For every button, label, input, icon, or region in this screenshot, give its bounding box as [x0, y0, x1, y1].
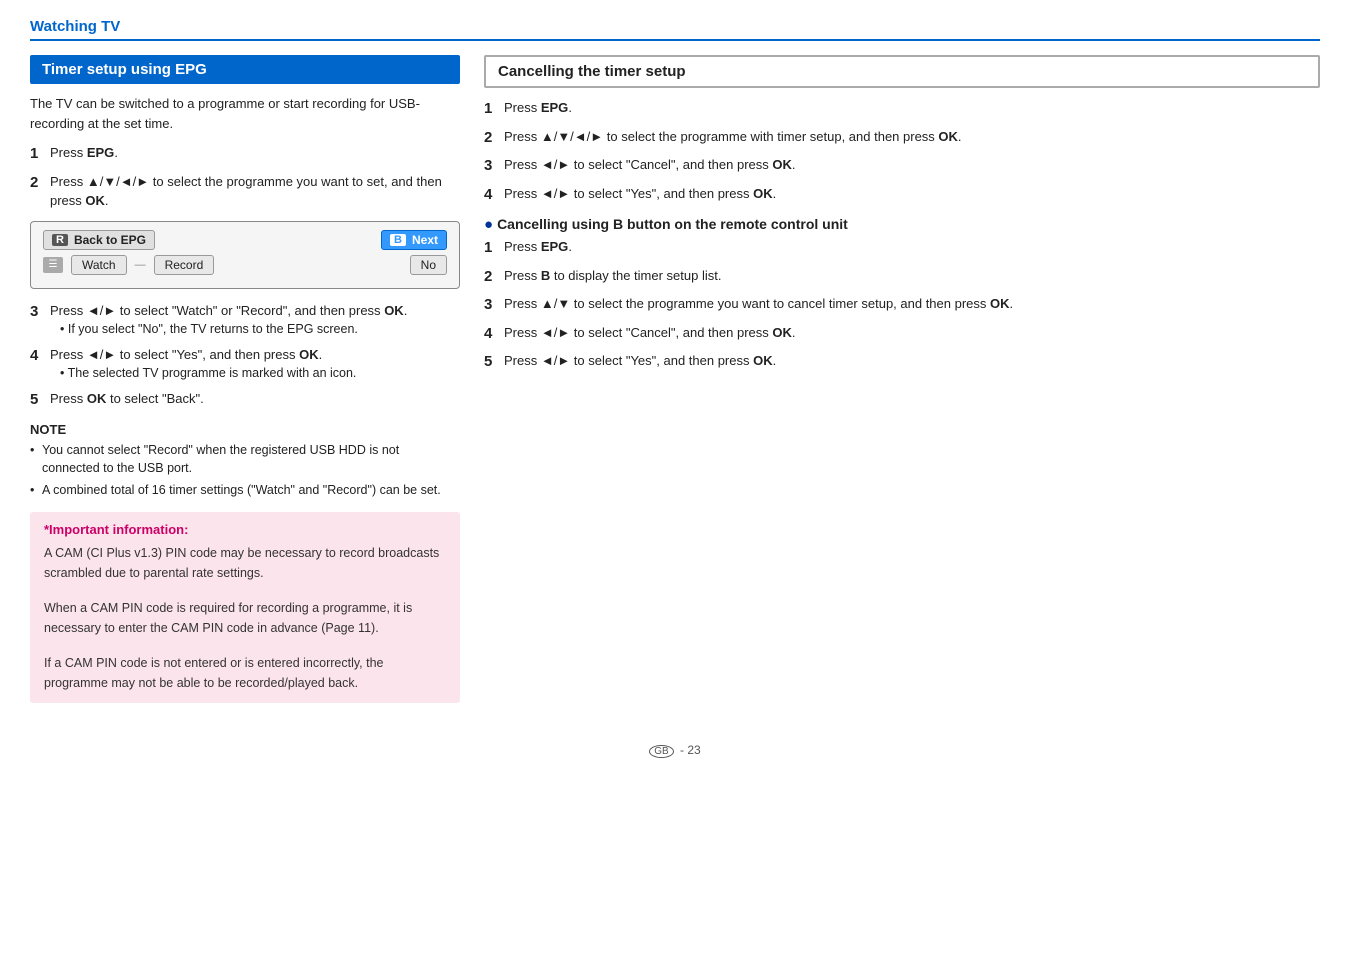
b-letter: B [390, 234, 406, 246]
right-step-4: 4 Press ◄/► to select "Yes", and then pr… [484, 184, 1320, 207]
step-content-5: Press OK to select "Back". [50, 389, 460, 412]
back-to-epg-label: Back to EPG [74, 233, 146, 247]
sub-step-4: 4 Press ◄/► to select "Cancel", and then… [484, 323, 1320, 346]
left-column: Timer setup using EPG The TV can be swit… [30, 55, 460, 703]
right-step-content-3: Press ◄/► to select "Cancel", and then p… [504, 155, 1320, 178]
step-3-sub: If you select "No", the TV returns to th… [60, 320, 460, 339]
step-2: 2 Press ▲/▼/◄/► to select the programme … [30, 172, 460, 211]
right-column: Cancelling the timer setup 1 Press EPG. … [484, 55, 1320, 703]
next-label: Next [412, 233, 438, 247]
step-num-2: 2 [30, 172, 44, 211]
step-content-2: Press ▲/▼/◄/► to select the programme yo… [50, 172, 460, 211]
right-step-num-3: 3 [484, 155, 498, 178]
watch-btn[interactable]: Watch [71, 255, 127, 275]
step-3: 3 Press ◄/► to select "Watch" or "Record… [30, 301, 460, 339]
sub-step-content-3: Press ▲/▼ to select the programme you wa… [504, 294, 1320, 317]
sub-step-content-4: Press ◄/► to select "Cancel", and then p… [504, 323, 1320, 346]
menu-icon: ☰ [43, 257, 63, 273]
right-step-num-2: 2 [484, 127, 498, 150]
page-container: Watching TV Timer setup using EPG The TV… [0, 0, 1350, 788]
step-num-5: 5 [30, 389, 44, 412]
sub-step-num-4: 4 [484, 323, 498, 346]
r-letter: R [52, 234, 68, 246]
right-step-3: 3 Press ◄/► to select "Cancel", and then… [484, 155, 1320, 178]
note-title: NOTE [30, 422, 460, 437]
sub-step-1: 1 Press EPG. [484, 237, 1320, 260]
step-5: 5 Press OK to select "Back". [30, 389, 460, 412]
step-num-4: 4 [30, 345, 44, 383]
important-title: *Important information: [44, 522, 446, 537]
step-content-3: Press ◄/► to select "Watch" or "Record",… [50, 301, 460, 339]
note-section: NOTE You cannot select "Record" when the… [30, 422, 460, 500]
step-4: 4 Press ◄/► to select "Yes", and then pr… [30, 345, 460, 383]
step-num-1: 1 [30, 143, 44, 166]
sub-step-num-1: 1 [484, 237, 498, 260]
circle-bullet-icon: ● [484, 216, 493, 233]
steps-list-right-sub: 1 Press EPG. 2 Press B to display the ti… [484, 237, 1320, 374]
remote-ui-box: R Back to EPG B Next ☰ Watch ― Record No [30, 221, 460, 289]
note-bullet-1: You cannot select "Record" when the regi… [30, 441, 460, 479]
sub-step-num-2: 2 [484, 266, 498, 289]
step-content-4: Press ◄/► to select "Yes", and then pres… [50, 345, 460, 383]
step-content-1: Press EPG. [50, 143, 460, 166]
back-to-epg-btn[interactable]: R Back to EPG [43, 230, 155, 250]
step-1: 1 Press EPG. [30, 143, 460, 166]
sub-section-title: Cancelling using B button on the remote … [497, 216, 848, 232]
remote-row-1: R Back to EPG B Next [43, 230, 447, 250]
page-number: - 23 [680, 743, 701, 757]
sub-step-num-5: 5 [484, 351, 498, 374]
sub-step-num-3: 3 [484, 294, 498, 317]
next-btn[interactable]: B Next [381, 230, 447, 250]
steps-list-right-top: 1 Press EPG. 2 Press ▲/▼/◄/► to select t… [484, 98, 1320, 206]
page-footer: GB - 23 [30, 743, 1320, 758]
right-step-content-4: Press ◄/► to select "Yes", and then pres… [504, 184, 1320, 207]
right-step-num-1: 1 [484, 98, 498, 121]
left-section-header: Timer setup using EPG [30, 55, 460, 84]
step-4-sub: The selected TV programme is marked with… [60, 364, 460, 383]
right-section-header: Cancelling the timer setup [484, 55, 1320, 88]
right-step-num-4: 4 [484, 184, 498, 207]
note-bullets: You cannot select "Record" when the regi… [30, 441, 460, 500]
gb-circle: GB [649, 745, 673, 758]
note-bullet-2: A combined total of 16 timer settings ("… [30, 481, 460, 500]
intro-text: The TV can be switched to a programme or… [30, 94, 460, 133]
sub-section-header-row: ● Cancelling using B button on the remot… [484, 216, 1320, 233]
step-num-3: 3 [30, 301, 44, 339]
steps-list-left-bottom: 3 Press ◄/► to select "Watch" or "Record… [30, 301, 460, 412]
record-btn[interactable]: Record [154, 255, 215, 275]
right-step-content-1: Press EPG. [504, 98, 1320, 121]
right-step-content-2: Press ▲/▼/◄/► to select the programme wi… [504, 127, 1320, 150]
sub-step-3: 3 Press ▲/▼ to select the programme you … [484, 294, 1320, 317]
important-text-1: A CAM (CI Plus v1.3) PIN code may be nec… [44, 543, 446, 583]
right-step-1: 1 Press EPG. [484, 98, 1320, 121]
sub-step-content-2: Press B to display the timer setup list. [504, 266, 1320, 289]
sub-step-content-5: Press ◄/► to select "Yes", and then pres… [504, 351, 1320, 374]
important-box: *Important information: A CAM (CI Plus v… [30, 512, 460, 703]
remote-row-2: ☰ Watch ― Record No [43, 255, 447, 275]
no-btn[interactable]: No [410, 255, 447, 275]
sub-step-content-1: Press EPG. [504, 237, 1320, 260]
steps-list-left-top: 1 Press EPG. 2 Press ▲/▼/◄/► to select t… [30, 143, 460, 211]
right-step-2: 2 Press ▲/▼/◄/► to select the programme … [484, 127, 1320, 150]
page-title: Watching TV [30, 18, 1320, 41]
important-text-2: When a CAM PIN code is required for reco… [44, 598, 446, 638]
separator: ― [135, 259, 146, 271]
sub-step-2: 2 Press B to display the timer setup lis… [484, 266, 1320, 289]
sub-step-5: 5 Press ◄/► to select "Yes", and then pr… [484, 351, 1320, 374]
two-col-layout: Timer setup using EPG The TV can be swit… [30, 55, 1320, 703]
important-text-3: If a CAM PIN code is not entered or is e… [44, 653, 446, 693]
